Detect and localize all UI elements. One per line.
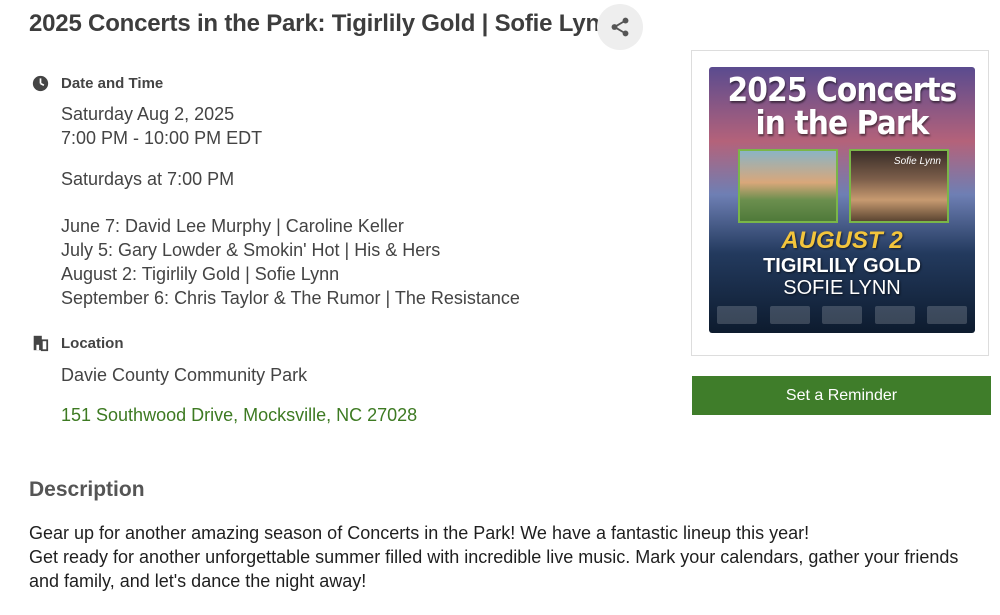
sponsor-logo (822, 306, 862, 324)
event-image-card: 2025 Concerts in the Park Sofie Lynn AUG… (691, 50, 989, 356)
share-icon (611, 17, 629, 37)
event-recurrence: Saturdays at 7:00 PM (61, 169, 235, 189)
schedule-item: September 6: Chris Taylor & The Rumor | … (61, 288, 520, 308)
date-time-heading-label: Date and Time (61, 74, 164, 92)
poster-act-1: TIGIRLILY GOLD (763, 255, 921, 277)
description-heading: Description (29, 478, 145, 501)
description-line: Gear up for another amazing season of Co… (29, 523, 810, 543)
sponsor-logo (874, 306, 915, 324)
location-heading: Location (31, 334, 124, 352)
poster-photo-caption: Sofie Lynn (893, 156, 941, 167)
event-time: 7:00 PM - 10:00 PM EDT (61, 128, 263, 148)
venue-name: Davie County Community Park (61, 365, 308, 385)
location-heading-label: Location (61, 334, 124, 352)
building-icon (31, 334, 49, 352)
address-row: 151 Southwood Drive, Mocksville, NC 2702… (61, 403, 417, 427)
poster-photo-solo: Sofie Lynn (849, 149, 949, 223)
schedule-item: June 7: David Lee Murphy | Caroline Kell… (61, 216, 404, 236)
event-poster[interactable]: 2025 Concerts in the Park Sofie Lynn AUG… (709, 67, 975, 333)
event-date: Saturday Aug 2, 2025 (61, 104, 235, 124)
date-time-heading: Date and Time (31, 74, 163, 92)
page-title: 2025 Concerts in the Park: Tigirlily Gol… (29, 10, 615, 37)
share-button[interactable] (597, 4, 643, 50)
description-line: Get ready for another unforgettable summ… (29, 547, 959, 591)
set-reminder-button[interactable]: Set a Reminder (692, 376, 991, 415)
schedule-item: July 5: Gary Lowder & Smokin' Hot | His … (61, 240, 441, 260)
clock-icon (31, 74, 49, 92)
schedule-item: August 2: Tigirlily Gold | Sofie Lynn (61, 264, 340, 284)
sponsor-logo (717, 306, 757, 324)
sponsor-logo (769, 306, 810, 324)
address-link[interactable]: 151 Southwood Drive, Mocksville, NC 2702… (61, 405, 417, 425)
sponsor-logo (927, 306, 967, 324)
poster-date: AUGUST 2 (781, 227, 903, 254)
poster-act-2: SOFIE LYNN (783, 277, 901, 299)
poster-photo-duo (738, 149, 838, 223)
poster-title: 2025 Concerts in the Park (727, 70, 958, 142)
sponsor-logos (717, 303, 967, 327)
description-text: Gear up for another amazing season of Co… (29, 521, 969, 593)
schedule-list: June 7: David Lee Murphy | Caroline Kell… (61, 214, 520, 310)
